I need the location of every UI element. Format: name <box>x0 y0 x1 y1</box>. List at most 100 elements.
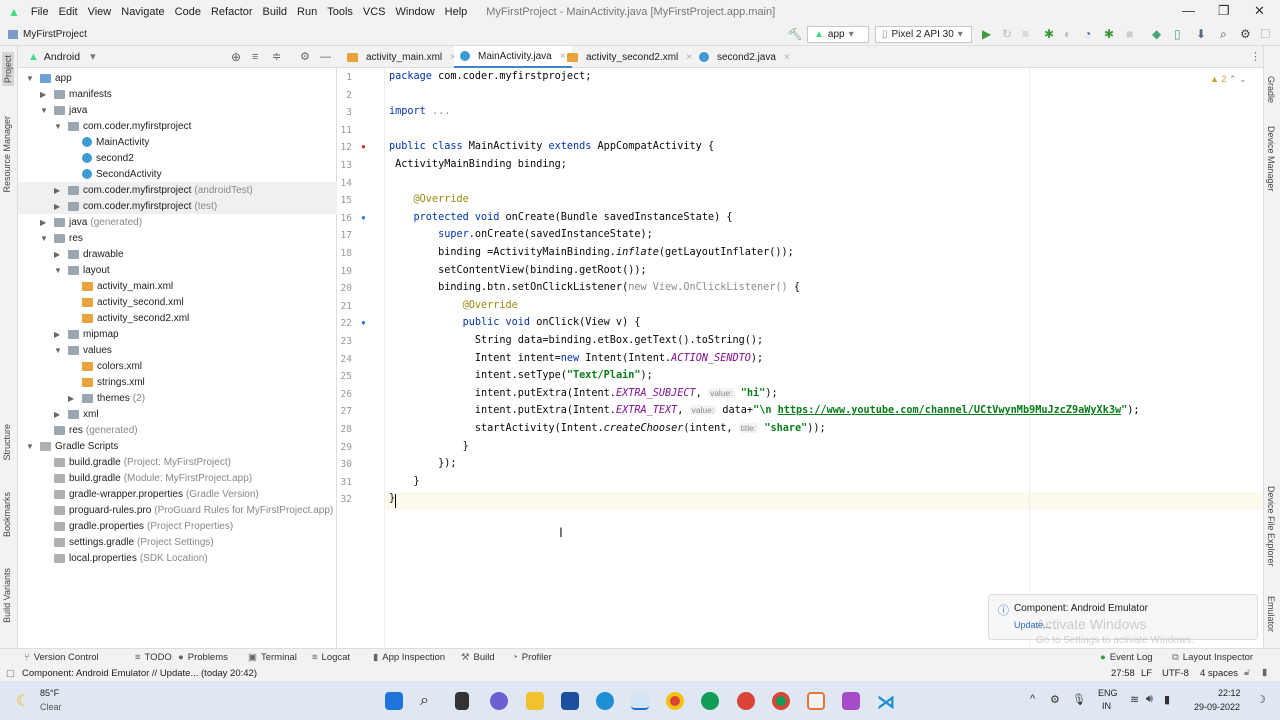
tool-tab-structure[interactable]: Structure <box>2 424 12 461</box>
code-line[interactable]: super.onCreate(savedInstanceState); <box>389 229 653 240</box>
clock-date[interactable]: 29-09-2022 <box>1194 702 1240 712</box>
close-button[interactable]: ✕ <box>1254 3 1265 19</box>
apply-code-changes-icon[interactable]: ≡ <box>1022 27 1029 41</box>
run-icon[interactable]: ▶ <box>982 27 991 41</box>
tree-item[interactable]: build.gradle (Project: MyFirstProject) <box>18 454 337 470</box>
close-tab-icon[interactable]: × <box>784 52 790 63</box>
menu-window[interactable]: Window <box>391 6 440 18</box>
tree-item[interactable]: ▶ manifests <box>18 86 337 102</box>
tree-item[interactable]: ▶ com.coder.myfirstproject (test) <box>18 198 337 214</box>
menu-file[interactable]: File <box>26 6 54 18</box>
debug-icon[interactable]: ✱ <box>1044 27 1054 41</box>
tree-item[interactable]: ▶ drawable <box>18 246 337 262</box>
chevron-right-icon[interactable]: ▶ <box>40 90 46 99</box>
tree-item[interactable]: ▼ res <box>18 230 337 246</box>
more-tabs-icon[interactable]: ⋮ <box>1250 50 1261 63</box>
run-class-gutter-icon[interactable]: ● <box>361 142 366 151</box>
notifications-icon[interactable]: ☽ <box>1256 693 1266 706</box>
menu-refactor[interactable]: Refactor <box>206 6 258 18</box>
task-view-icon[interactable] <box>455 692 469 710</box>
hide-icon[interactable]: — <box>320 51 331 63</box>
tool-tab-resource-manager[interactable]: Resource Manager <box>2 116 12 193</box>
menu-code[interactable]: Code <box>170 6 206 18</box>
edge-icon[interactable] <box>596 692 614 710</box>
tool-tab-device-manager[interactable]: Device Manager <box>1266 126 1276 192</box>
apply-changes-icon[interactable]: ↻ <box>1002 27 1012 41</box>
code-line[interactable]: setContentView(binding.getRoot()); <box>389 265 647 276</box>
chevron-down-icon[interactable]: ▾ <box>90 50 96 63</box>
coverage-icon[interactable]: ◐ <box>1064 27 1071 41</box>
device-manager-icon[interactable]: ▯ <box>1174 27 1181 41</box>
tree-item[interactable]: proguard-rules.pro (ProGuard Rules for My… <box>18 502 337 518</box>
tree-item[interactable]: build.gradle (Module: MyFirstProject.app) <box>18 470 337 486</box>
tool-window-build[interactable]: ⚒ Build <box>461 652 495 663</box>
menu-tools[interactable]: Tools <box>322 6 358 18</box>
code-line[interactable]: }); <box>389 458 456 469</box>
code-line[interactable]: @Override <box>389 300 518 311</box>
line-separator[interactable]: LF <box>1141 668 1152 679</box>
code-line[interactable]: startActivity(Intent.createChooser(inten… <box>389 423 826 434</box>
tab-second2-java[interactable]: second2.java × <box>693 46 796 68</box>
code-line[interactable]: Intent intent=new Intent(Intent.ACTION_S… <box>389 353 763 364</box>
chevron-down-icon[interactable]: ▼ <box>26 442 34 451</box>
code-line[interactable]: binding.btn.setOnClickListener(new View.… <box>389 282 800 293</box>
tool-window-problems[interactable]: ● Problems <box>178 652 228 663</box>
tab-activity-second2-xml[interactable]: activity_second2.xml × <box>561 46 698 68</box>
tree-item[interactable]: local.properties (SDK Location) <box>18 550 337 566</box>
minimize-button[interactable]: — <box>1182 3 1195 18</box>
region-indicator[interactable]: IN <box>1102 701 1111 711</box>
profile-icon[interactable]: ◔ <box>1084 27 1091 41</box>
weather-condition[interactable]: Clear <box>40 702 62 712</box>
tree-item[interactable]: ▶ com.coder.myfirstproject (androidTest) <box>18 182 337 198</box>
warnings-indicator[interactable]: ▲ 2 ⌃ ⌄ <box>1210 74 1247 85</box>
tool-window-terminal[interactable]: ▣ Terminal <box>248 652 297 663</box>
teams-chat-icon[interactable] <box>490 692 508 710</box>
microphone-icon[interactable]: 🎙︎ <box>1072 693 1086 706</box>
tree-item[interactable]: ▶ mipmap <box>18 326 337 342</box>
chevron-right-icon[interactable]: ▶ <box>54 250 60 259</box>
search-icon[interactable]: ⌕ <box>1220 27 1227 42</box>
project-view-select[interactable]: Android <box>44 51 80 63</box>
weather-temp[interactable]: 85°F <box>40 688 59 698</box>
chevron-down-icon[interactable]: ▼ <box>54 346 62 355</box>
volume-icon[interactable]: 🔊︎ <box>1146 693 1153 706</box>
status-message[interactable]: Component: Android Emulator // Update...… <box>22 668 257 679</box>
clock-time[interactable]: 22:12 <box>1218 688 1241 698</box>
tree-item[interactable]: activity_second.xml <box>18 294 337 310</box>
tree-item[interactable]: strings.xml <box>18 374 337 390</box>
memory-indicator-icon[interactable]: ▮ <box>1262 667 1267 678</box>
chrome-icon[interactable] <box>666 692 684 710</box>
lock-icon[interactable]: 🔓︎ <box>1244 667 1250 678</box>
menu-vcs[interactable]: VCS <box>358 6 391 18</box>
chevron-right-icon[interactable]: ▶ <box>54 330 60 339</box>
code-line[interactable]: import ... <box>389 106 450 117</box>
notification-balloon[interactable]: ⓘ Component: Android Emulator Update... … <box>988 594 1258 646</box>
tree-item[interactable]: ▶ xml <box>18 406 337 422</box>
tree-item[interactable]: gradle.properties (Project Properties) <box>18 518 337 534</box>
powerpoint-icon[interactable] <box>807 692 825 710</box>
chevron-down-icon[interactable]: ▼ <box>40 106 48 115</box>
chevron-down-icon[interactable]: ▼ <box>54 122 62 131</box>
code-line[interactable]: intent.putExtra(Intent.EXTRA_SUBJECT, va… <box>389 387 778 399</box>
code-line[interactable]: @Override <box>389 194 469 205</box>
android-studio-taskbar-icon[interactable] <box>631 692 649 710</box>
tool-tab-project[interactable]: Project <box>2 52 14 87</box>
chrome-profile-icon[interactable] <box>701 692 719 710</box>
menu-help[interactable]: Help <box>440 6 473 18</box>
code-line[interactable]: public void onClick(View v) { <box>389 317 641 328</box>
chevron-down-icon[interactable]: ▼ <box>54 266 62 275</box>
wifi-icon[interactable]: ≋ <box>1130 693 1139 706</box>
tree-item[interactable]: SecondActivity <box>18 166 337 182</box>
chevron-right-icon[interactable]: ▶ <box>54 186 60 195</box>
menu-navigate[interactable]: Navigate <box>116 6 169 18</box>
tool-tab-bookmarks[interactable]: Bookmarks <box>2 492 12 537</box>
tool-window-event-log[interactable]: ● Event Log <box>1100 652 1153 663</box>
tree-item[interactable]: ▼ app <box>18 70 337 86</box>
tree-item[interactable]: res (generated) <box>18 422 337 438</box>
battery-icon[interactable]: ▮ <box>1164 693 1170 706</box>
settings-gear-icon[interactable]: ⚙ <box>1240 27 1251 41</box>
menu-view[interactable]: View <box>83 6 117 18</box>
tree-item[interactable]: MainActivity <box>18 134 337 150</box>
tool-window-version-control[interactable]: ⑂ Version Control <box>24 652 99 663</box>
chevron-down-icon[interactable]: ▼ <box>26 74 34 83</box>
